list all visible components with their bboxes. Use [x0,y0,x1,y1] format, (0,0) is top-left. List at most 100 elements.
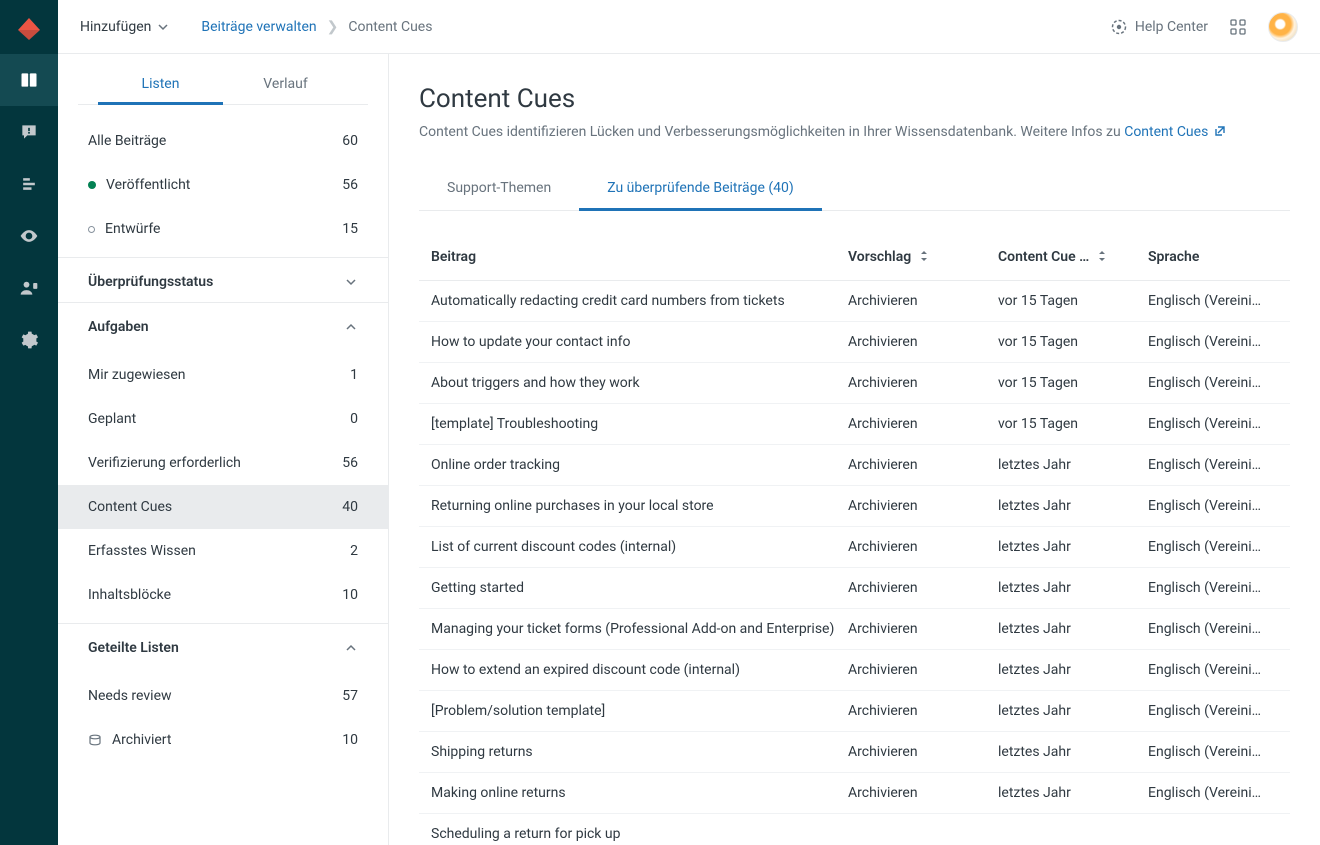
sidebar-item-verif[interactable]: Verifizierung erforderlich 56 [58,441,388,485]
cell-cue: letztes Jahr [998,744,1148,760]
cell-cue: vor 15 Tagen [998,375,1148,391]
rail-item-articles[interactable] [0,54,58,106]
sidebar-item-veroeffentlicht[interactable]: Veröffentlicht 56 [58,163,388,207]
cell-cue: vor 15 Tagen [998,334,1148,350]
sidebar-item-count: 40 [342,499,358,515]
table-row[interactable]: Getting startedArchivierenletztes JahrEn… [419,568,1290,609]
rail-item-feedback[interactable] [0,106,58,158]
cell-vorschlag: Archivieren [848,662,998,678]
cell-vorschlag: Archivieren [848,375,998,391]
avatar[interactable] [1268,12,1298,42]
cell-sprache: Englisch (Vereini… [1148,457,1278,473]
page-description: Content Cues identifizieren Lücken und V… [419,124,1290,140]
sidebar-item-alle[interactable]: Alle Beiträge 60 [58,111,388,163]
cell-vorschlag: Archivieren [848,457,998,473]
cell-beitrag: Automatically redacting credit card numb… [431,293,848,309]
col-label: Vorschlag [848,249,911,265]
table-body: Automatically redacting credit card numb… [419,281,1290,845]
table-row[interactable]: [Problem/solution template]Archivierenle… [419,691,1290,732]
col-sprache[interactable]: Sprache [1148,249,1278,265]
help-center-link[interactable]: Help Center [1111,19,1208,35]
table-row[interactable]: Making online returnsArchivierenletztes … [419,773,1290,814]
rail-item-arrange[interactable] [0,158,58,210]
cell-sprache: Englisch (Vereini… [1148,662,1278,678]
sidebar-item-label: Geplant [88,411,136,427]
rail-item-views[interactable] [0,210,58,262]
sidebar-item-count: 57 [342,688,358,704]
cell-sprache: Englisch (Vereini… [1148,498,1278,514]
section-label: Aufgaben [88,319,149,335]
sidebar-item-count: 56 [342,455,358,471]
sidebar-tab-verlauf[interactable]: Verlauf [223,66,348,104]
table-row[interactable]: How to update your contact infoArchivier… [419,322,1290,363]
breadcrumb-link[interactable]: Beiträge verwalten [201,19,316,35]
cell-beitrag: Managing your ticket forms (Professional… [431,621,848,637]
cell-beitrag: Scheduling a return for pick up [431,826,848,842]
sidebar-item-inhalt[interactable]: Inhaltsblöcke 10 [58,573,388,617]
cell-cue: letztes Jahr [998,498,1148,514]
sort-icon [919,250,929,262]
cell-beitrag: Getting started [431,580,848,596]
sidebar-item-label: Mir zugewiesen [88,367,186,383]
cell-vorschlag: Archivieren [848,785,998,801]
status-dot-published [88,181,96,189]
cell-beitrag: Making online returns [431,785,848,801]
col-beitrag[interactable]: Beitrag [431,249,848,265]
table-row[interactable]: How to extend an expired discount code (… [419,650,1290,691]
add-dropdown[interactable]: Hinzufügen [80,19,169,35]
sidebar-item-erfasst[interactable]: Erfasstes Wissen 2 [58,529,388,573]
sidebar-section-ueberpruefung[interactable]: Überprüfungsstatus [58,257,388,302]
table-row[interactable]: [template] TroubleshootingArchivierenvor… [419,404,1290,445]
cell-beitrag: [Problem/solution template] [431,703,848,719]
cell-sprache: Englisch (Vereini… [1148,416,1278,432]
product-logo[interactable] [0,0,58,54]
sidebar-item-label: Veröffentlicht [106,177,190,193]
cell-sprache: Englisch (Vereini… [1148,785,1278,801]
sidebar-item-geplant[interactable]: Geplant 0 [58,397,388,441]
table-row[interactable]: Shipping returnsArchivierenletztes JahrE… [419,732,1290,773]
sidebar-item-entwuerfe[interactable]: Entwürfe 15 [58,207,388,251]
sidebar-item-label: Inhaltsblöcke [88,587,171,603]
cell-sprache: Englisch (Vereini… [1148,375,1278,391]
desc-link[interactable]: Content Cues [1124,124,1226,140]
section-label: Überprüfungsstatus [88,274,213,290]
sidebar-item-needs-review[interactable]: Needs review 57 [58,674,388,718]
sidebar: Listen Verlauf Alle Beiträge 60 Veröffen… [58,54,389,845]
status-dot-draft [88,226,95,233]
rail-item-people[interactable] [0,262,58,314]
sidebar-item-count: 60 [342,133,358,149]
col-vorschlag[interactable]: Vorschlag [848,249,998,265]
col-cue[interactable]: Content Cue … [998,249,1148,265]
nav-rail [0,0,58,845]
chevron-down-icon [344,275,358,289]
table-row[interactable]: Returning online purchases in your local… [419,486,1290,527]
cell-beitrag: Shipping returns [431,744,848,760]
content-tabs: Support-Themen Zu überprüfende Beiträge … [419,168,1290,211]
table-row[interactable]: List of current discount codes (internal… [419,527,1290,568]
tab-review[interactable]: Zu überprüfende Beiträge (40) [579,168,822,211]
sidebar-item-label: Archiviert [112,732,171,748]
table-row[interactable]: Automatically redacting credit card numb… [419,281,1290,322]
sidebar-item-count: 10 [342,732,358,748]
cell-sprache: Englisch (Vereini… [1148,621,1278,637]
sidebar-section-aufgaben[interactable]: Aufgaben [58,302,388,347]
sidebar-section-geteilte[interactable]: Geteilte Listen [58,623,388,668]
table-row[interactable]: Scheduling a return for pick up [419,814,1290,845]
sidebar-item-count: 10 [342,587,358,603]
sidebar-tab-listen[interactable]: Listen [98,66,223,105]
table-row[interactable]: Online order trackingArchivierenletztes … [419,445,1290,486]
main-content: Content Cues Content Cues identifizieren… [389,54,1320,845]
chevron-right-icon: ❯ [327,19,339,35]
sidebar-item-cues[interactable]: Content Cues 40 [58,485,388,529]
sidebar-item-archiviert[interactable]: Archiviert 10 [58,718,388,762]
sidebar-item-mir[interactable]: Mir zugewiesen 1 [58,353,388,397]
sidebar-item-label: Erfasstes Wissen [88,543,196,559]
tab-support[interactable]: Support-Themen [419,168,579,210]
cell-vorschlag: Archivieren [848,293,998,309]
rail-item-settings[interactable] [0,314,58,366]
cell-cue: letztes Jahr [998,621,1148,637]
breadcrumb-current: Content Cues [348,19,432,35]
table-row[interactable]: About triggers and how they workArchivie… [419,363,1290,404]
table-row[interactable]: Managing your ticket forms (Professional… [419,609,1290,650]
apps-switcher[interactable] [1230,19,1246,35]
